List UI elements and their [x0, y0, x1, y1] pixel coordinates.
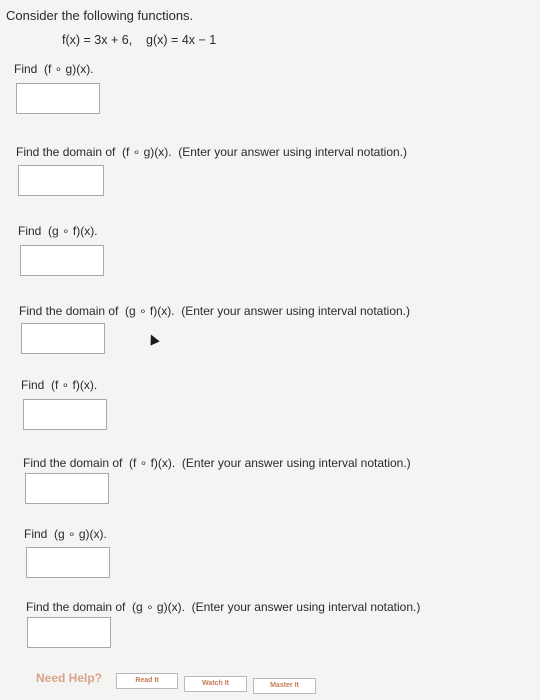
read-it-button[interactable]: Read It [116, 673, 178, 689]
answer-input-domain-fog[interactable] [18, 165, 104, 196]
question-domain-fof: Find the domain of (f ∘ f)(x). (Enter yo… [23, 456, 411, 470]
need-help-label: Need Help? [36, 671, 103, 685]
answer-input-gog[interactable] [26, 547, 110, 578]
mouse-cursor [146, 332, 160, 346]
question-domain-fog: Find the domain of (f ∘ g)(x). (Enter yo… [16, 145, 408, 159]
answer-input-fof[interactable] [23, 399, 107, 430]
master-it-button[interactable]: Master It [253, 678, 316, 694]
answer-input-domain-gof[interactable] [21, 323, 105, 354]
intro-text: Consider the following functions. [6, 8, 194, 23]
watch-it-button[interactable]: Watch It [184, 676, 247, 692]
question-gof: Find (g ∘ f)(x). [18, 224, 98, 238]
question-domain-gof: Find the domain of (g ∘ f)(x). (Enter yo… [19, 304, 411, 318]
question-fof: Find (f ∘ f)(x). [21, 378, 98, 392]
question-gog: Find (g ∘ g)(x). [24, 527, 107, 541]
question-fog: Find (f ∘ g)(x). [14, 62, 94, 76]
answer-input-fog[interactable] [16, 83, 100, 114]
answer-input-gof[interactable] [20, 245, 104, 276]
function-definitions: f(x) = 3x + 6, g(x) = 4x − 1 [62, 33, 217, 47]
answer-input-domain-fof[interactable] [25, 473, 109, 504]
question-domain-gog: Find the domain of (g ∘ g)(x). (Enter yo… [26, 600, 421, 614]
answer-input-domain-gog[interactable] [27, 617, 111, 648]
